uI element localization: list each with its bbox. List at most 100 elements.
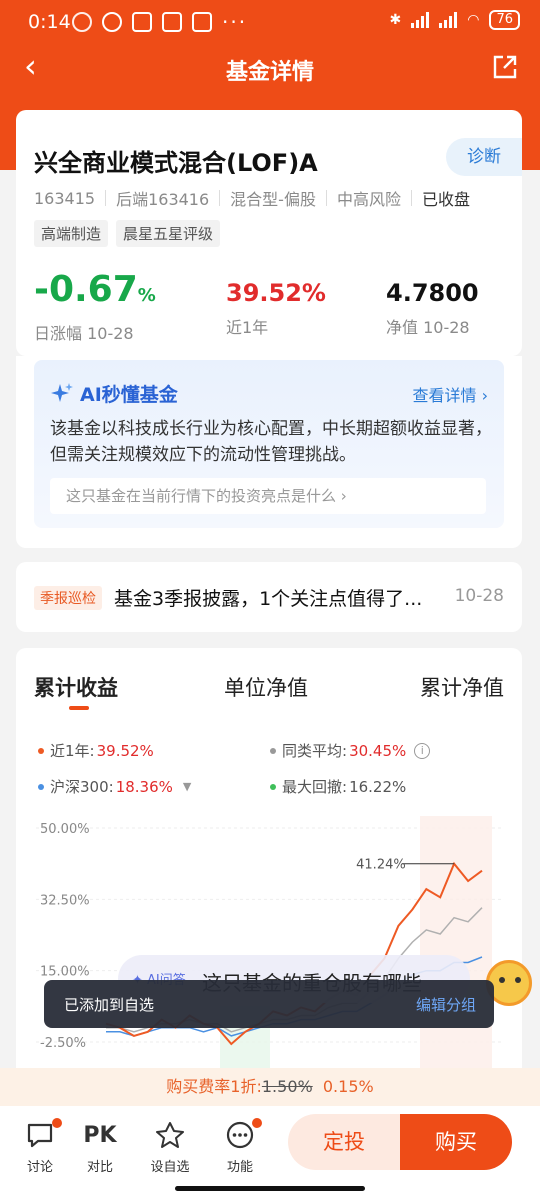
- fund-type: 混合型-偏股: [230, 190, 316, 209]
- diagnose-button[interactable]: 诊断: [446, 138, 522, 176]
- nav-label: 净值 10-28: [386, 318, 470, 337]
- news-badge: 季报巡检: [34, 586, 102, 610]
- legend-drawdown-label: 最大回撤:: [282, 778, 348, 796]
- discuss-label: 讨论: [26, 1160, 53, 1175]
- divider: [219, 190, 221, 206]
- highlight-band: [420, 816, 492, 1088]
- fee-bar: 购买费率1折:1.50% 0.15%: [0, 1068, 540, 1106]
- chevron-down-icon[interactable]: ▼: [183, 780, 191, 793]
- fee-original: 1.50%: [261, 1077, 313, 1096]
- notification-dot: [52, 1118, 62, 1128]
- add-watchlist-label: 设自选: [150, 1160, 190, 1175]
- year-return-label: 近1年: [226, 318, 269, 337]
- legend-dot: [270, 747, 276, 754]
- signal-icon-2: [439, 12, 458, 28]
- y-tick-label: -2.50%: [40, 1036, 86, 1051]
- fund-tags: 高端制造 晨星五星评级: [34, 220, 221, 247]
- legend-fund-label: 近1年:: [50, 742, 95, 760]
- daily-change-number: -0.67: [34, 269, 138, 310]
- y-tick-label: 15.00%: [40, 965, 90, 980]
- mute-icon: [72, 12, 92, 32]
- app-badge-icon: [192, 12, 212, 32]
- legend-dot: [38, 783, 44, 790]
- fund-code: 163415: [34, 188, 96, 208]
- bluetooth-icon: ✱: [389, 12, 402, 28]
- tab-unit-nav[interactable]: 单位净值: [224, 672, 308, 702]
- back-end-code: 后端163416: [116, 190, 210, 209]
- info-icon[interactable]: i: [414, 742, 431, 759]
- fund-summary-card: 兴全商业模式混合(LOF)A 诊断 163415 后端163416 混合型-偏股…: [16, 110, 522, 356]
- news-title[interactable]: 基金3季报披露，1个关注点值得了...: [114, 584, 458, 611]
- daily-change-label: 日涨幅 10-28: [34, 324, 134, 343]
- pk-text: PK: [83, 1122, 117, 1148]
- compare-button[interactable]: PK 对比: [78, 1118, 122, 1176]
- signal-icon: [411, 12, 430, 28]
- ai-title-text: AI秒懂基金: [80, 384, 178, 406]
- star-icon: [148, 1118, 192, 1152]
- legend-index-value: 18.36%: [115, 777, 173, 796]
- more-icon: [218, 1118, 262, 1152]
- ai-summary-panel: AI秒懂基金 查看详情 › 该基金以科技成长行业为核心配置，中长期超额收益显著，…: [34, 360, 504, 528]
- nav-stat: 4.7800 净值 10-28: [386, 278, 479, 338]
- wechat-icon: [162, 12, 182, 32]
- nav-bar: ‹ 基金详情: [0, 44, 540, 92]
- status-icons: ···: [72, 10, 247, 34]
- y-tick-label: 32.50%: [40, 893, 90, 908]
- legend-drawdown-value: 16.22%: [349, 777, 407, 796]
- toast-message: 已添加到自选: [64, 996, 155, 1014]
- fee-prefix: 购买费率1折:: [166, 1077, 262, 1096]
- peak-label: 41.24%: [356, 858, 406, 873]
- legend-fund: 近1年: 39.52%: [38, 740, 154, 761]
- share-icon[interactable]: [492, 54, 518, 80]
- toast: 已添加到自选 编辑分组: [44, 980, 494, 1028]
- active-tab-indicator: [69, 706, 89, 710]
- add-watchlist-button[interactable]: 设自选: [148, 1118, 192, 1175]
- legend-peer-value: 30.45%: [349, 741, 407, 760]
- compare-label: 对比: [86, 1160, 113, 1175]
- legend-index[interactable]: 沪深300: 18.36% ▼: [38, 776, 191, 797]
- edit-group-link[interactable]: 编辑分组: [416, 994, 476, 1015]
- tag[interactable]: 晨星五星评级: [116, 220, 221, 247]
- functions-button[interactable]: 功能: [218, 1118, 262, 1175]
- ai-question-chip[interactable]: 这只基金在当前行情下的投资亮点是什么 ›: [50, 478, 486, 514]
- divider: [325, 190, 327, 206]
- legend-drawdown: 最大回撤: 16.22%: [270, 776, 406, 797]
- year-return-value: 39.52%: [226, 279, 326, 307]
- battery-icon: 76: [489, 10, 520, 30]
- risk-level: 中高风险: [336, 190, 401, 209]
- fee-current: 0.15%: [322, 1077, 374, 1096]
- ai-view-details-link[interactable]: 查看详情 ›: [413, 382, 489, 406]
- tab-cumulative-nav[interactable]: 累计净值: [420, 672, 504, 702]
- daily-change-value: -0.67%: [34, 270, 156, 316]
- wifi-icon: ◠: [467, 12, 480, 28]
- functions-label: 功能: [226, 1160, 253, 1175]
- status-time: 0:14: [28, 11, 71, 33]
- discuss-button[interactable]: 讨论: [18, 1118, 62, 1175]
- news-card[interactable]: 季报巡检 基金3季报披露，1个关注点值得了... 10-28: [16, 562, 522, 632]
- tag[interactable]: 高端制造: [34, 220, 109, 247]
- pk-icon: PK: [78, 1118, 122, 1152]
- daily-change-unit: %: [137, 285, 156, 306]
- buy-button[interactable]: 购买: [400, 1114, 512, 1170]
- return-chart[interactable]: 50.00% 32.50% 15.00% -2.50% 41.24%: [16, 816, 522, 1088]
- fund-meta: 163415 后端163416 混合型-偏股 中高风险 已收盘: [34, 186, 470, 210]
- daily-change-stat: -0.67% 日涨幅 10-28: [34, 270, 156, 344]
- nav-value: 4.7800: [386, 279, 479, 307]
- sparkle-icon: [51, 382, 73, 402]
- tab-cumulative-return[interactable]: 累计收益: [34, 672, 118, 702]
- page-title: 基金详情: [225, 60, 314, 85]
- divider: [410, 190, 412, 206]
- legend-fund-value: 39.52%: [96, 741, 154, 760]
- legend-dot: [38, 747, 44, 754]
- year-return-stat: 39.52% 近1年: [226, 278, 326, 338]
- app-notification-icon: [132, 12, 152, 32]
- chat-icon: [18, 1118, 62, 1152]
- divider: [105, 190, 107, 206]
- ai-summary-card: AI秒懂基金 查看详情 › 该基金以科技成长行业为核心配置，中长期超额收益显著，…: [16, 356, 522, 548]
- legend-peer-label: 同类平均:: [282, 742, 348, 760]
- ai-title: AI秒懂基金: [50, 380, 178, 407]
- more-notifications-icon: ···: [222, 10, 248, 34]
- fund-name: 兴全商业模式混合(LOF)A: [34, 149, 318, 177]
- legend-dot: [270, 783, 276, 790]
- auto-invest-button[interactable]: 定投: [288, 1114, 400, 1170]
